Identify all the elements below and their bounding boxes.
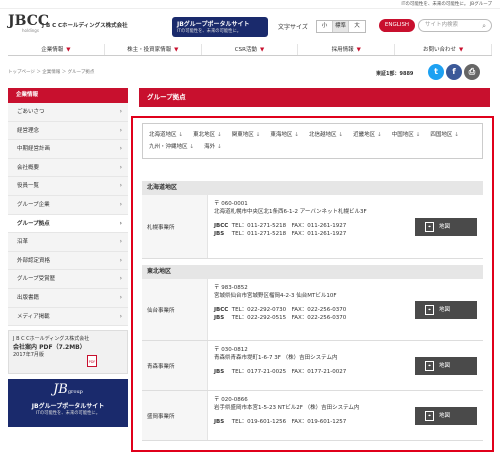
highlighted-content: 北海道地区 ↓ 東北地区 ↓ 関東地区 ↓ 東海地区 ↓ 北信越地区 ↓ 近畿地区 ↓ 中国… [131,116,494,452]
print-icon[interactable]: ⎙ [464,64,480,80]
sidebar: 企業情報 ごあいさつ › 経営理念 › 中期経営計画 › 会社概要 › 役員一覧 › グル… [8,88,128,428]
chevron-right-icon: › [119,200,122,208]
global-nav: 企業情報 ▼ 株主・投資家情報 ▼ CSR活動 ▼ 採用情報 ▼ お問い合わせ ▼ [8,44,492,56]
office-row: 盛岡事業所 〒 020-0866 岩手県盛岡市本宮1-5-23 NTビル2F （… [142,391,483,441]
office-row: 仙台事業所 〒 983-0852 宮城県仙台市宮城野区榴岡4-2-3 仙台MTビ… [142,279,483,341]
sidebar-item-overview[interactable]: 会社概要 › [8,158,128,178]
sidebar-item-midterm-plan[interactable]: 中期経営計画 › [8,140,128,159]
office-row: 青森事業所 〒 030-0812 青森県青森市堤町1-6-7 3F （株）吉田シ… [142,341,483,391]
gnav-item-ir[interactable]: 株主・投資家情報 ▼ [105,44,202,55]
office-name: 札幌事業所 [142,195,208,258]
office-name: 仙台事業所 [142,279,208,340]
map-button[interactable]: ⌖ 地図 [415,356,477,375]
twitter-icon[interactable]: t [428,64,444,80]
chevron-right-icon: › [119,219,122,227]
english-button[interactable]: ENGLISH [379,19,415,32]
page-title: グループ拠点 [139,88,490,107]
sidebar-item-greeting[interactable]: ごあいさつ › [8,103,128,122]
pdf-icon: PDF [87,355,97,368]
map-icon: ⌖ [425,410,434,421]
sidebar-item-media[interactable]: メディア掲載 › [8,307,128,327]
font-size-buttons: 小 標準 大 [316,20,366,33]
pdf-line1: J B C Cホールディングス株式会社 [13,336,90,343]
region-link-kyushu[interactable]: 九州・沖縄地区 ↓ [149,141,194,153]
font-size-small-button[interactable]: 小 [317,21,333,32]
map-icon: ⌖ [425,360,434,371]
top-tagline: ITの可能性を、未来の可能性に。 JBグループ [401,2,492,7]
map-button[interactable]: ⌖ 地図 [415,217,477,236]
logo-sub: holdings [22,28,39,33]
breadcrumb[interactable]: トップページ ＞ 企業情報 ＞ グループ拠点 [8,69,94,75]
search-placeholder: サイト内検索 [425,22,459,28]
sidebar-item-philosophy[interactable]: 経営理念 › [8,121,128,141]
gnav-item-contact[interactable]: お問い合わせ ▼ [395,44,492,55]
region-link-shikoku[interactable]: 四国地区 ↓ [430,129,459,141]
social-buttons: t f ⎙ [428,64,480,80]
portal-banner[interactable]: JBグループポータルサイト ITの可能性を、未来の可能性に。 [172,17,268,37]
office-name: 青森事業所 [142,341,208,390]
company-name: J B C Cホールディングス株式会社 [42,23,128,29]
font-size-large-button[interactable]: 大 [349,21,365,32]
gnav-item-recruit[interactable]: 採用情報 ▼ [298,44,396,55]
region-link-hokushinetsu[interactable]: 北信越地区 ↓ [309,129,343,141]
chevron-right-icon: › [119,182,122,190]
region-heading: 東北地区 [142,265,483,279]
region-link-tohoku[interactable]: 東北地区 ↓ [193,129,222,141]
sidebar-item-group-locations[interactable]: グループ拠点 › [8,214,128,234]
sidebar-item-awards[interactable]: グループ受賞歴 › [8,270,128,289]
facebook-icon[interactable]: f [446,64,462,80]
gnav-item-corporate[interactable]: 企業情報 ▼ [8,44,105,55]
sidebar-item-history[interactable]: 沿革 › [8,233,128,252]
office-name: 盛岡事業所 [142,391,208,440]
region-heading: 北海道地区 [142,181,483,195]
search-input[interactable]: サイト内検索 ⌕ [418,19,492,32]
chevron-right-icon: › [119,163,122,171]
office-row: 札幌事業所 〒 060-0001 北海道札幌市中央区北1条西6-1-2 アーバン… [142,195,483,259]
chevron-right-icon: › [119,312,122,320]
chevron-right-icon: › [119,256,122,264]
region-anchor-links: 北海道地区 ↓ 東北地区 ↓ 関東地区 ↓ 東海地区 ↓ 北信越地区 ↓ 近畿地区 ↓ 中国… [142,123,483,159]
font-size-standard-button[interactable]: 標準 [333,21,349,32]
sidebar-portal-banner[interactable]: JBgroup JBグループポータルサイト ITの可能性を、未来の可能性に。 [8,379,128,428]
jbcc-logo[interactable]: JBCC holdings [8,13,50,38]
sidebar-item-books[interactable]: 出版書籍 › [8,288,128,308]
company-brochure-pdf[interactable]: J B C Cホールディングス株式会社 会社案内 PDF（7.2MB） 2017… [8,330,128,375]
portal-subtitle: ITの可能性を、未来の可能性に。 [177,29,242,34]
stock-code: 東証1部：9889 [376,71,414,77]
sidebar-item-group-companies[interactable]: グループ企業 › [8,195,128,215]
chevron-right-icon: › [119,275,122,283]
chevron-right-icon: › [119,145,122,153]
map-icon: ⌖ [425,221,434,232]
gnav-item-csr[interactable]: CSR活動 ▼ [202,44,299,55]
map-button[interactable]: ⌖ 地図 [415,406,477,425]
sidebar-item-officers[interactable]: 役員一覧 › [8,177,128,196]
font-size-label: 文字サイズ [278,24,308,31]
chevron-right-icon: › [119,293,122,301]
search-icon[interactable]: ⌕ [482,21,486,32]
sidebar-portal-subtitle: ITの可能性を、未来の可能性に。 [35,411,101,417]
header: JBCC holdings J B C Cホールディングス株式会社 JBグループ… [0,9,500,41]
sidebar-portal-title: JBグループポータルサイト [31,403,105,411]
chevron-right-icon: › [119,126,122,134]
region-link-kinki[interactable]: 近畿地区 ↓ [353,129,382,141]
region-link-chugoku[interactable]: 中国地区 ↓ [392,129,421,141]
map-icon: ⌖ [425,304,434,315]
region-link-kanto[interactable]: 関東地区 ↓ [232,129,261,141]
pdf-line2: 会社案内 PDF（7.2MB） [13,344,86,352]
logo-main: JBCC [8,13,50,29]
region-link-hokkaido[interactable]: 北海道地区 ↓ [149,129,183,141]
sidebar-item-certifications[interactable]: 外部認定資格 › [8,251,128,271]
jb-group-logo: JBgroup [53,382,83,398]
sidebar-heading[interactable]: 企業情報 [8,88,128,103]
chevron-right-icon: › [119,108,122,115]
portal-title: JBグループポータルサイト [177,21,250,28]
map-button[interactable]: ⌖ 地図 [415,300,477,319]
region-link-overseas[interactable]: 海外 ↓ [204,141,222,153]
chevron-right-icon: › [119,238,122,246]
region-link-tokai[interactable]: 東海地区 ↓ [270,129,299,141]
pdf-line3: 2017年7月版 [13,352,44,359]
top-strip: ITの可能性を、未来の可能性に。 JBグループ [0,0,500,9]
